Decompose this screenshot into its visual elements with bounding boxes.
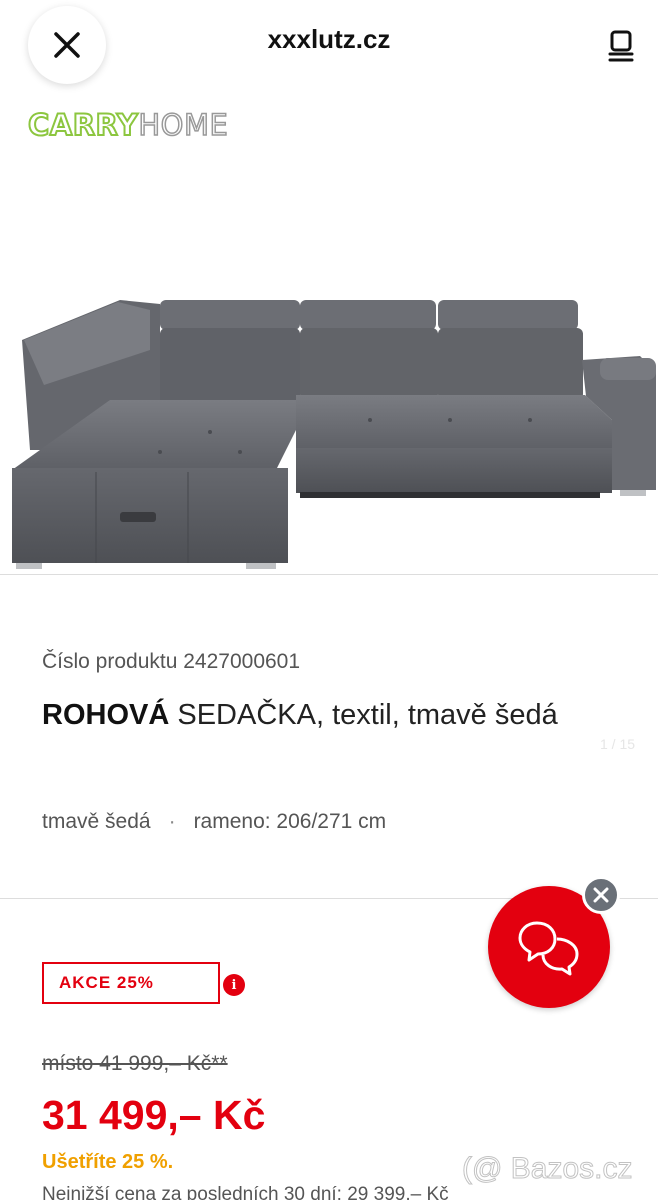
product-number: Číslo produktu 2427000601 [42, 650, 300, 674]
top-bar: xxxlutz.cz [0, 0, 658, 88]
savings-text: Ušetříte 25 %. [42, 1151, 174, 1173]
chat-bubbles-icon [518, 921, 579, 976]
sale-badge-label: AKCE 25% [59, 973, 154, 992]
product-title: ROHOVÁ SEDAČKA, textil, tmavě šedá [42, 694, 602, 737]
page-domain: xxxlutz.cz [267, 24, 391, 54]
product-number-value: 2427000601 [183, 650, 301, 673]
attribute-size[interactable]: rameno: 206/271 cm [194, 810, 387, 834]
product-title-rest: SEDAČKA, textil, tmavě šedá [177, 699, 558, 731]
brand-logo[interactable]: CARRYHOME [27, 107, 229, 143]
chat-close-button[interactable] [582, 876, 620, 914]
product-image[interactable] [0, 220, 658, 580]
brand-carry: CARRY [27, 107, 139, 143]
product-attributes: tmavě šedá · rameno: 206/271 cm [42, 810, 386, 834]
menu-button[interactable] [604, 26, 638, 66]
image-pager: 1 / 15 [600, 736, 636, 752]
product-number-label: Číslo produktu [42, 650, 178, 673]
divider [0, 574, 658, 575]
lowest-price-30-days: Nejnižší cena za posledních 30 dní: 29 3… [42, 1184, 449, 1200]
close-icon [593, 887, 609, 903]
product-title-bold: ROHOVÁ [42, 699, 170, 731]
attribute-color[interactable]: tmavě šedá [42, 810, 151, 834]
info-icon[interactable]: i [223, 974, 245, 996]
sofa-illustration [12, 300, 656, 569]
sale-badge: AKCE 25% i [42, 962, 245, 1004]
brand-home: HOME [138, 107, 229, 143]
current-price: 31 499,– Kč [42, 1092, 266, 1138]
attribute-separator: · [168, 810, 176, 833]
menu-icon [608, 30, 634, 62]
old-price: místo 41 999,– Kč** [42, 1052, 228, 1075]
watermark: (@ Bazos.cz [462, 1152, 633, 1186]
